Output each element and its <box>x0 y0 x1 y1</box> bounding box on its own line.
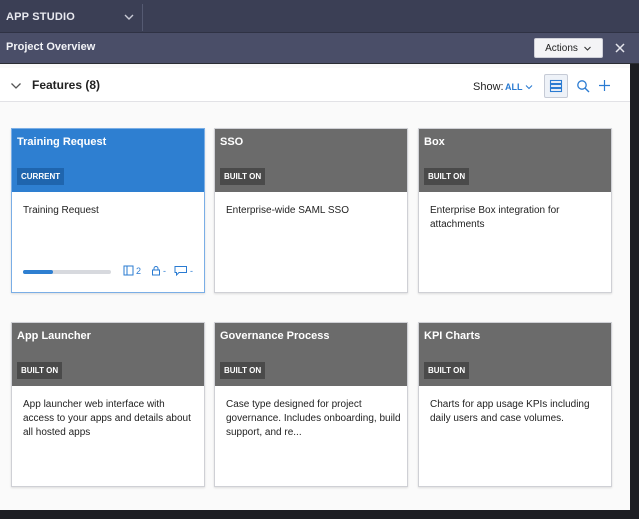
lock-icon <box>152 266 160 276</box>
card-title: KPI Charts <box>424 330 481 342</box>
lock-count[interactable]: - <box>151 265 166 276</box>
card-header: SSO BUILT ON <box>215 129 407 192</box>
docs-count[interactable]: 2 <box>123 265 141 276</box>
actions-button[interactable]: Actions <box>534 38 603 58</box>
feature-card-kpi-charts[interactable]: KPI Charts BUILT ON Charts for app usage… <box>418 322 612 487</box>
chat-count[interactable]: - <box>174 265 193 276</box>
list-view-icon <box>549 79 563 93</box>
card-description: Charts for app usage KPIs including dail… <box>430 399 590 424</box>
features-title: Features (8) <box>32 78 101 92</box>
window-edge-right <box>630 64 639 519</box>
document-icon <box>123 265 134 276</box>
chat-icon <box>174 266 187 276</box>
feature-card-box[interactable]: Box BUILT ON Enterprise Box integration … <box>418 128 612 293</box>
features-header: Features (8) Show: ALL <box>0 68 630 102</box>
card-header: Box BUILT ON <box>419 129 611 192</box>
card-header: KPI Charts BUILT ON <box>419 323 611 386</box>
card-title: SSO <box>220 136 244 148</box>
list-view-toggle[interactable] <box>544 74 568 98</box>
feature-card-app-launcher[interactable]: App Launcher BUILT ON App launcher web i… <box>11 322 205 487</box>
card-description: App launcher web interface with access t… <box>23 399 191 438</box>
status-badge: CURRENT <box>17 168 65 185</box>
page-header: Project Overview Actions <box>0 32 639 63</box>
status-badge: BUILT ON <box>220 168 266 185</box>
chevron-down-icon <box>584 46 591 51</box>
card-title: Box <box>424 136 445 148</box>
card-title: Governance Process <box>220 330 330 342</box>
show-filter-value: ALL <box>505 82 523 92</box>
progress-fill <box>23 270 53 274</box>
search-icon[interactable] <box>576 79 590 93</box>
collapse-chevron-icon[interactable] <box>10 81 22 91</box>
status-badge: BUILT ON <box>424 168 470 185</box>
card-description: Training Request <box>23 205 99 216</box>
show-filter-dropdown[interactable]: ALL <box>505 82 533 92</box>
lock-count-value: - <box>163 265 166 276</box>
card-description: Enterprise-wide SAML SSO <box>226 205 350 216</box>
page-title: Project Overview <box>6 41 96 53</box>
feature-card-sso[interactable]: SSO BUILT ON Enterprise-wide SAML SSO <box>214 128 408 293</box>
card-header: Governance Process BUILT ON <box>215 323 407 386</box>
status-badge: BUILT ON <box>424 362 470 379</box>
app-header: APP STUDIO <box>0 0 639 32</box>
status-badge: BUILT ON <box>17 362 63 379</box>
header-divider <box>142 4 143 31</box>
card-description: Enterprise Box integration for attachmen… <box>430 205 560 230</box>
feature-card-governance-process[interactable]: Governance Process BUILT ON Case type de… <box>214 322 408 487</box>
card-description: Case type designed for project governanc… <box>226 399 401 438</box>
card-title: Training Request <box>17 136 107 148</box>
card-title: App Launcher <box>17 330 91 342</box>
actions-button-label: Actions <box>545 42 578 54</box>
chat-count-value: - <box>190 265 193 276</box>
window-edge-bottom <box>0 510 639 519</box>
card-header: Training Request CURRENT <box>12 129 204 192</box>
progress-bar <box>23 270 111 274</box>
show-filter-label: Show: <box>473 81 504 93</box>
feature-card-training-request[interactable]: Training Request CURRENT Training Reques… <box>11 128 205 293</box>
status-badge: BUILT ON <box>220 362 266 379</box>
app-name: APP STUDIO <box>6 11 76 23</box>
chevron-down-icon[interactable] <box>122 10 136 24</box>
chevron-down-icon <box>525 85 532 90</box>
docs-count-value: 2 <box>136 265 142 276</box>
card-header: App Launcher BUILT ON <box>12 323 204 386</box>
add-icon[interactable] <box>598 79 611 92</box>
features-panel: Features (8) Show: ALL Training Request <box>0 64 630 510</box>
close-icon[interactable] <box>612 40 628 56</box>
